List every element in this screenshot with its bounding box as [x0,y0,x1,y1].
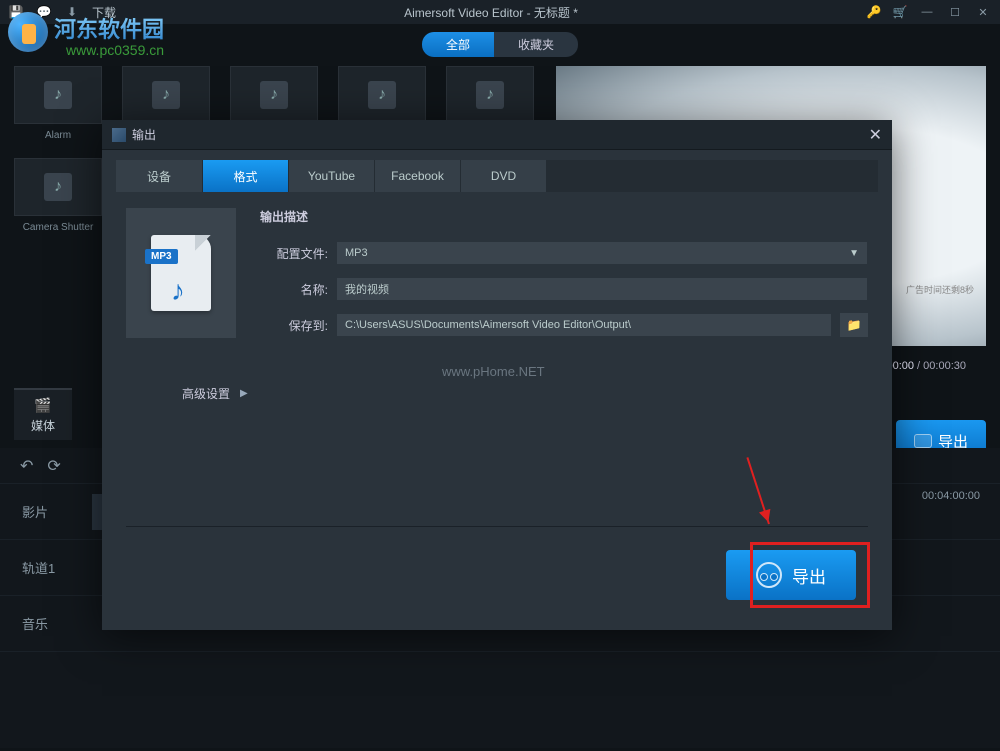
camera-icon [914,434,932,448]
logo-url: www.pc0359.cn [66,42,164,58]
film-reel-icon [756,562,782,588]
cart-icon[interactable]: 🛒 [892,4,908,20]
output-description-title: 输出描述 [260,208,868,225]
tab-youtube[interactable]: YouTube [288,160,374,192]
redo-icon[interactable]: ⟳ [47,456,60,476]
dialog-close-button[interactable]: ✕ [869,125,882,145]
tab-dvd[interactable]: DVD [460,160,546,192]
media-item[interactable]: ♪Camera Shutter [14,158,102,238]
saveto-label: 保存到: [260,317,328,334]
profile-select[interactable]: MP3 ▼ [336,241,868,265]
format-badge: MP3 [145,249,178,264]
dialog-export-button[interactable]: 导出 [726,550,856,600]
tab-facebook[interactable]: Facebook [374,160,460,192]
watermark-text: www.pHome.NET [442,364,545,379]
dialog-title: 输出 [132,126,156,143]
chevron-right-icon: ▶ [240,388,248,399]
maximize-button[interactable]: ☐ [946,5,964,19]
profile-label: 配置文件: [260,245,328,262]
media-panel-tab[interactable]: 🎬 媒体 [14,388,72,440]
media-item[interactable]: ♪Alarm [14,66,102,146]
browse-folder-button[interactable]: 📁 [840,313,868,337]
name-label: 名称: [260,281,328,298]
preview-ad-text: 广告时间还剩8秒 [906,283,974,296]
dialog-icon [112,128,126,142]
timeline-ruler-label: 00:04:00:00 [922,490,980,502]
logo-text: 河东软件园 [54,12,164,44]
chevron-down-icon: ▼ [849,248,859,259]
logo-icon [8,12,48,52]
undo-icon[interactable]: ↶ [20,456,33,476]
app-title: Aimersoft Video Editor - 无标题 * [116,4,866,21]
name-input[interactable]: 我的视频 [336,277,868,301]
dialog-tabs: 设备 格式 YouTube Facebook DVD [116,160,878,192]
minimize-button[interactable]: — [918,5,936,19]
close-button[interactable]: ✕ [974,5,992,19]
tab-device[interactable]: 设备 [116,160,202,192]
export-dialog: 输出 ✕ 设备 格式 YouTube Facebook DVD MP3 输出描述… [102,120,892,630]
tab-all[interactable]: 全部 [422,32,494,57]
site-logo: 河东软件园 www.pc0359.cn [4,4,184,64]
format-preview: MP3 [126,208,236,338]
film-icon: 🎬 [34,397,51,414]
dialog-titlebar: 输出 ✕ [102,120,892,150]
tab-favorites[interactable]: 收藏夹 [494,32,578,57]
file-icon: MP3 [151,235,211,311]
music-note-icon [171,275,195,303]
key-icon[interactable]: 🔑 [866,4,882,20]
annotation-arrow [746,457,770,524]
dialog-divider [126,526,868,527]
tab-format[interactable]: 格式 [202,160,288,192]
saveto-input[interactable]: C:\Users\ASUS\Documents\Aimersoft Video … [336,313,832,337]
